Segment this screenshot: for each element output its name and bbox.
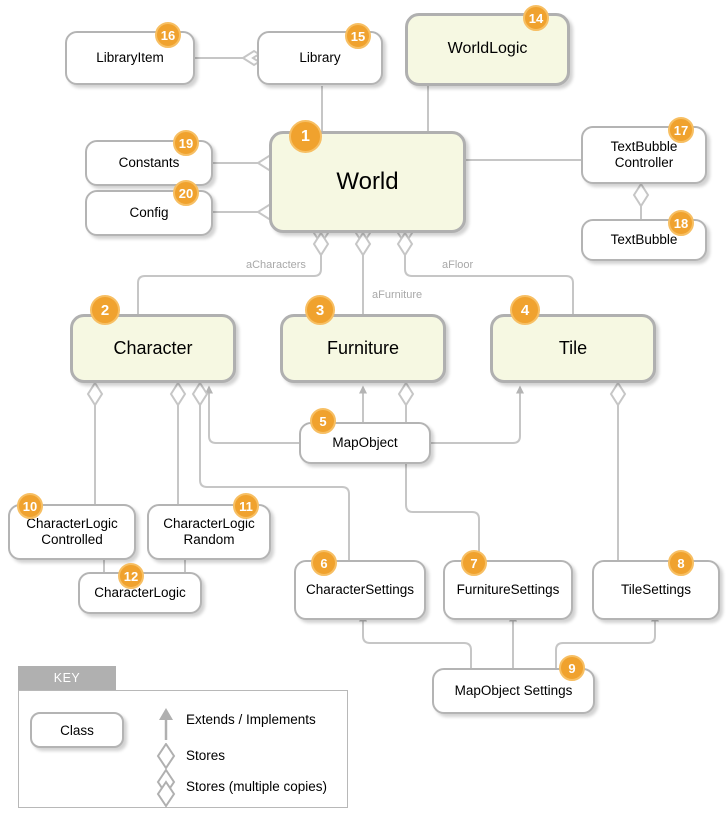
badge-config: 20 [173, 180, 199, 206]
badge-tile: 4 [510, 295, 540, 325]
key-double-diamond-icon [156, 769, 176, 808]
node-label: TileSettings [620, 582, 692, 598]
node-label: Constants [118, 155, 180, 171]
badge-constants: 19 [173, 130, 199, 156]
node-label: TextBubble [610, 232, 678, 248]
node-label: CharacterLogic Random [163, 516, 255, 547]
badge-characterlogicrandom: 11 [233, 493, 259, 519]
node-label: CharacterLogic [94, 585, 186, 601]
badge-characterlogic: 12 [118, 563, 144, 589]
edge-label-acharacters: aCharacters [244, 259, 308, 271]
badge-worldlogic: 14 [523, 5, 549, 31]
key-label-extends: Extends / Implements [186, 712, 316, 727]
node-label: CharacterLogic Controlled [26, 516, 118, 547]
badge-characterlogiccontrolled: 10 [17, 493, 43, 519]
key-tab-label: KEY [18, 666, 116, 690]
badge-textbubble: 18 [668, 210, 694, 236]
badge-charactersettings: 6 [311, 550, 337, 576]
node-label: World [336, 167, 399, 195]
badge-textbubblecontroller: 17 [668, 117, 694, 143]
node-label: LibraryItem [96, 50, 164, 66]
badge-character: 2 [90, 295, 120, 325]
badge-libraryitem: 16 [155, 22, 181, 48]
key-label-stores: Stores [186, 748, 226, 763]
badge-library: 15 [345, 23, 371, 49]
badge-furniture: 3 [305, 295, 335, 325]
key-diamond-icon [156, 743, 176, 769]
node-label: Library [299, 50, 341, 66]
node-label: Furniture [326, 337, 400, 358]
node-label: Config [129, 205, 169, 221]
node-furniture[interactable]: Furniture [280, 314, 446, 383]
badge-world: 1 [289, 120, 322, 153]
key-arrow-icon [159, 708, 173, 740]
node-label: Character [113, 337, 193, 358]
edge-label-afurniture: aFurniture [370, 289, 425, 301]
node-label: TextBubble Controller [610, 139, 678, 170]
edge-label-afloor: aFloor [440, 259, 476, 271]
node-label: MapObject Settings [454, 683, 573, 699]
node-tile[interactable]: Tile [490, 314, 656, 383]
node-label: Tile [558, 337, 588, 358]
key-label-stores-multiple: Stores (multiple copies) [186, 779, 328, 794]
node-label: CharacterSettings [305, 582, 415, 598]
key-class-sample: Class [30, 712, 124, 748]
node-tilesettings[interactable]: TileSettings [592, 560, 720, 620]
badge-furnituresettings: 7 [461, 550, 487, 576]
node-label: FurnitureSettings [456, 582, 560, 598]
node-character[interactable]: Character [70, 314, 236, 383]
class-diagram-canvas: LibraryItem 16 Library 15 WorldLogic 14 … [0, 0, 728, 821]
node-label: WorldLogic [447, 40, 528, 58]
badge-mapobject: 5 [310, 408, 336, 434]
badge-mapobjectsettings: 9 [559, 655, 585, 681]
node-label: MapObject [332, 435, 398, 451]
badge-tilesettings: 8 [668, 550, 694, 576]
